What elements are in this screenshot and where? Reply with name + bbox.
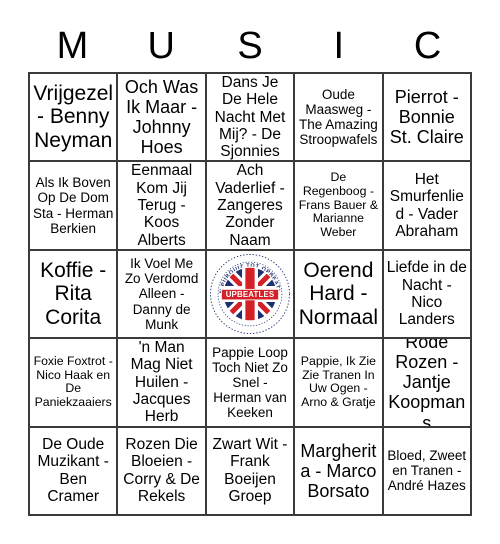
bingo-cell[interactable]: De Regenboog - Frans Bauer & Marianne We… [295, 162, 384, 251]
bingo-cell-label: Margherita - Marco Borsato [300, 440, 377, 501]
bingo-free-space-cell[interactable]: VAN PUBQUIZ TOT OPBEATLES Nederland [206, 250, 296, 340]
bingo-cell[interactable]: Margherita - Marco Borsato [295, 427, 384, 516]
bingo-cell[interactable]: Oude Maasweg - The Amazing Stroopwafels [295, 74, 384, 163]
bingo-cell[interactable]: Pierrot - Bonnie St. Claire [383, 74, 472, 163]
bingo-cell-label: Zwart Wit - Frank Boeijen Groep [212, 436, 288, 506]
bingo-cell-label: Rode Rozen - Jantje Koopmans [388, 339, 466, 428]
bingo-cell[interactable]: Eenmaal Kom Jij Terug - Koos Alberts [118, 162, 207, 251]
bingo-cell-label: De Regenboog - Frans Bauer & Marianne We… [298, 170, 379, 240]
bingo-cell[interactable]: Ik Voel Me Zo Verdomd Alleen - Danny de … [118, 250, 207, 340]
bingo-cell-label: Pappie Loop Toch Niet Zo Snel - Herman v… [212, 344, 288, 421]
bingo-cell-label: Als Ik Boven Op De Dom Sta - Herman Berk… [33, 175, 114, 236]
bingo-cell-label: 'n Man Mag Niet Huilen - Jacques Herb [130, 339, 193, 426]
bingo-cell-label: Dans Je De Hele Nacht Met Mij? - De Sjon… [214, 74, 286, 161]
bingo-header: M U S I C [28, 20, 472, 72]
bingo-cell[interactable]: Pappie, Ik Zie Zie Tranen In Uw Ogen - A… [295, 339, 384, 428]
bingo-cell-label: Bloed, Zweet en Tranen - André Hazes [387, 448, 467, 494]
bingo-cell-label: Ik Voel Me Zo Verdomd Alleen - Danny de … [124, 256, 199, 332]
bingo-cell[interactable]: Als Ik Boven Op De Dom Sta - Herman Berk… [30, 162, 119, 251]
header-letter-1: M [56, 25, 89, 67]
bingo-cell[interactable]: Dans Je De Hele Nacht Met Mij? - De Sjon… [206, 74, 296, 163]
bingo-cell[interactable]: Liefde in de Nacht - Nico Landers [383, 250, 472, 340]
bingo-cell[interactable]: Vrijgezel - Benny Neyman [30, 74, 119, 163]
bingo-cell[interactable]: Pappie Loop Toch Niet Zo Snel - Herman v… [206, 339, 296, 428]
bingo-cell-label: Liefde in de Nacht - Nico Landers [386, 259, 467, 329]
bingo-grid: Vrijgezel - Benny Neyman Och Was Ik Maar… [28, 72, 472, 516]
bingo-cell[interactable]: Foxie Foxtrot - Nico Haak en De Paniekza… [30, 339, 119, 428]
upbeatles-union-jack-logo-icon: VAN PUBQUIZ TOT OPBEATLES Nederland [208, 252, 292, 336]
bingo-cell[interactable]: De Oude Muzikant - Ben Cramer [30, 427, 119, 516]
bingo-cell-label: Eenmaal Kom Jij Terug - Koos Alberts [131, 162, 193, 249]
bingo-cell[interactable]: Koffie - Rita Corita [30, 250, 119, 340]
bingo-cell-label: Ach Vaderlief - Zangeres Zonder Naam [215, 162, 285, 249]
bingo-cell[interactable]: Oerend Hard - Normaal [295, 250, 384, 340]
bingo-cell-label: Oerend Hard - Normaal [298, 258, 379, 329]
bingo-cell[interactable]: Zwart Wit - Frank Boeijen Groep [206, 427, 296, 516]
svg-text:UPBEATLES: UPBEATLES [226, 290, 275, 299]
bingo-cell-label: Het Smurfenlied - Vader Abraham [389, 170, 464, 240]
bingo-cell[interactable]: Rode Rozen - Jantje Koopmans [383, 339, 472, 428]
bingo-cell-label: Foxie Foxtrot - Nico Haak en De Paniekza… [33, 353, 113, 410]
bingo-cell[interactable]: 'n Man Mag Niet Huilen - Jacques Herb [118, 339, 207, 428]
bingo-cell-label: Och Was Ik Maar - Johnny Hoes [124, 76, 199, 158]
bingo-cell-label: Pappie, Ik Zie Zie Tranen In Uw Ogen - A… [300, 353, 376, 410]
bingo-cell[interactable]: Ach Vaderlief - Zangeres Zonder Naam [206, 162, 296, 251]
bingo-cell-label: Vrijgezel - Benny Neyman [33, 81, 114, 152]
bingo-cell-label: Oude Maasweg - The Amazing Stroopwafels [298, 86, 378, 148]
bingo-cell[interactable]: Bloed, Zweet en Tranen - André Hazes [383, 427, 472, 516]
bingo-cell-label: Rozen Die Bloeien - Corry & De Rekels [123, 436, 200, 506]
header-letter-4: I [333, 25, 345, 67]
bingo-card: M U S I C Vrijgezel - Benny Neyman Och W… [0, 0, 500, 544]
header-letter-5: C [413, 25, 442, 67]
header-letter-3: S [237, 25, 263, 67]
bingo-cell[interactable]: Rozen Die Bloeien - Corry & De Rekels [118, 427, 207, 516]
header-letter-2: U [147, 25, 175, 67]
bingo-cell-label: De Oude Muzikant - Ben Cramer [37, 436, 109, 506]
bingo-cell[interactable]: Och Was Ik Maar - Johnny Hoes [118, 74, 207, 163]
bingo-cell-label: Koffie - Rita Corita [40, 258, 107, 329]
bingo-cell[interactable]: Het Smurfenlied - Vader Abraham [383, 162, 472, 251]
bingo-cell-label: Pierrot - Bonnie St. Claire [389, 86, 464, 148]
